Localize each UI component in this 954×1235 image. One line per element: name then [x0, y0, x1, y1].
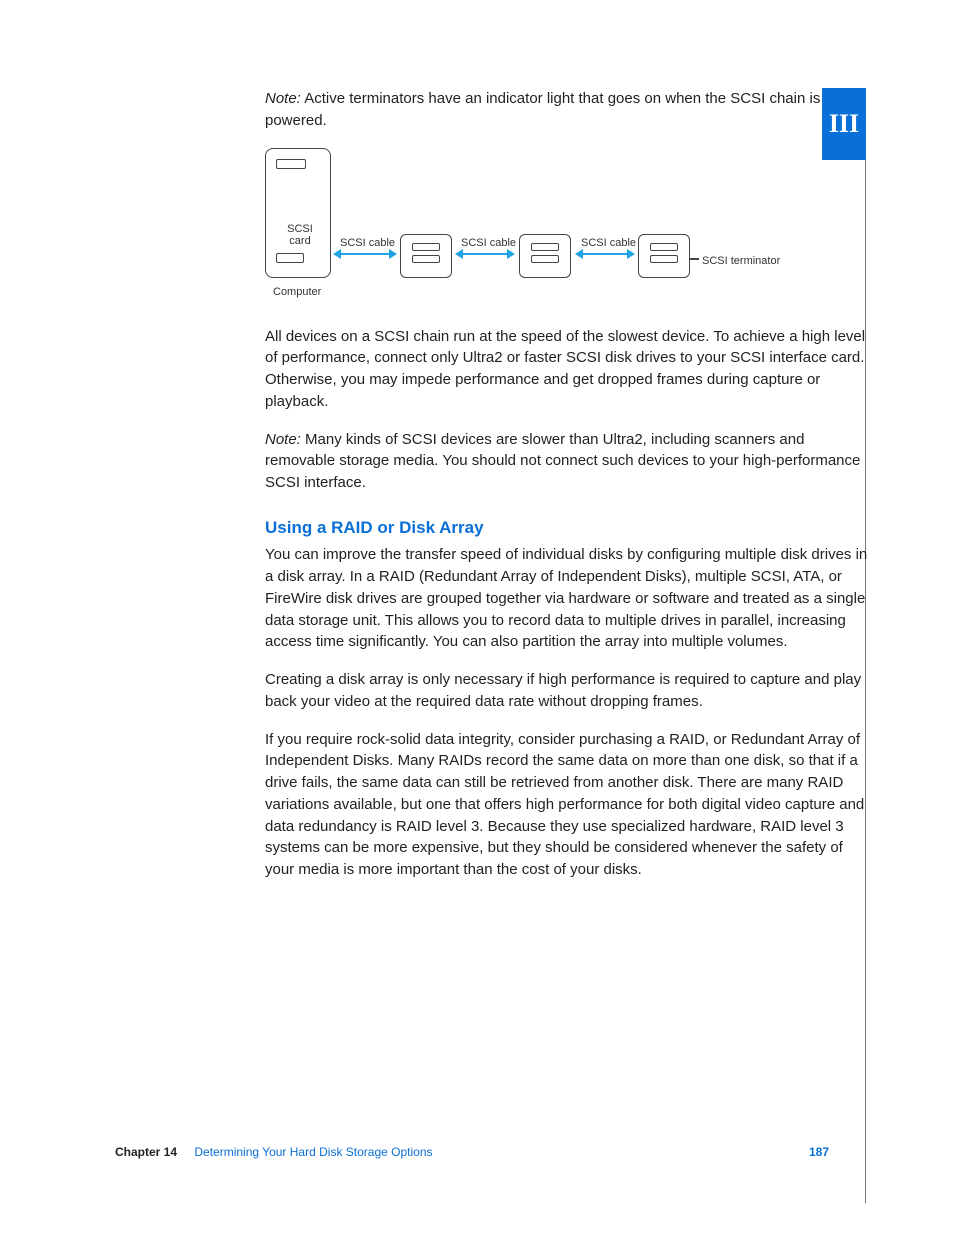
connector-arrow-icon [581, 253, 629, 255]
note-label: Note: [265, 431, 301, 448]
connector-arrow-icon [461, 253, 509, 255]
page-body: Note: Active terminators have an indicat… [115, 88, 855, 897]
hard-disk-icon [400, 234, 452, 278]
note-text: Many kinds of SCSI devices are slower th… [265, 431, 860, 492]
section-heading-raid: Using a RAID or Disk Array [265, 516, 870, 541]
terminator-lead-icon [689, 258, 699, 260]
drive-bay-icon [276, 159, 306, 169]
page-footer: Chapter 14 Determining Your Hard Disk St… [115, 1144, 855, 1161]
note-text: Active terminators have an indicator lig… [265, 90, 820, 129]
scsi-card-label-line1: SCSI [287, 223, 313, 235]
paragraph-raid-integrity: If you require rock-solid data integrity… [265, 729, 870, 881]
text-column: Note: Active terminators have an indicat… [265, 88, 870, 881]
scsi-chain-diagram: SCSI card SCSI cable SCSI cable SCSI cab… [265, 148, 825, 308]
page-number: 187 [809, 1144, 829, 1161]
note-active-terminators: Note: Active terminators have an indicat… [265, 88, 870, 132]
scsi-card-label: SCSI card [280, 223, 320, 247]
connector-arrow-icon [339, 253, 391, 255]
computer-icon: SCSI card [265, 148, 331, 278]
pci-card-icon [276, 253, 304, 263]
note-label: Note: [265, 90, 301, 107]
cable-label-1: SCSI cable [340, 236, 395, 252]
note-ultra2: Note: Many kinds of SCSI devices are slo… [265, 429, 870, 494]
chapter-title: Determining Your Hard Disk Storage Optio… [194, 1145, 432, 1159]
paragraph-scsi-speed: All devices on a SCSI chain run at the s… [265, 326, 870, 413]
hard-disk-icon [519, 234, 571, 278]
computer-label: Computer [273, 285, 321, 301]
hard-disk-icon [638, 234, 690, 278]
paragraph-raid-perf: Creating a disk array is only necessary … [265, 669, 870, 713]
scsi-card-label-line2: card [289, 235, 310, 247]
terminator-label: SCSI terminator [702, 254, 780, 270]
chapter-number: Chapter 14 [115, 1145, 177, 1159]
paragraph-raid-intro: You can improve the transfer speed of in… [265, 544, 870, 653]
